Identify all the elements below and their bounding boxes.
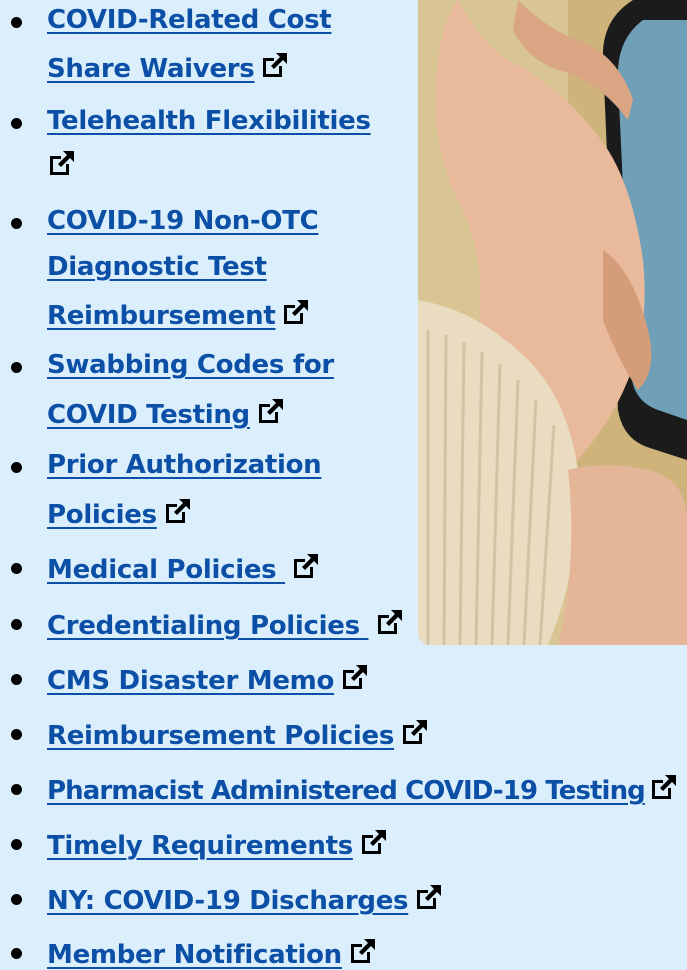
- external-link-icon[interactable]: [340, 662, 370, 692]
- bullet-dot: [11, 674, 22, 685]
- external-link-icon[interactable]: [291, 551, 321, 581]
- swabbing-codes-link-line2[interactable]: COVID Testing: [47, 400, 250, 430]
- external-link-icon[interactable]: [281, 297, 311, 327]
- covid-non-otc-link-line3[interactable]: Reimbursement: [47, 301, 276, 331]
- external-link-icon[interactable]: [400, 717, 430, 747]
- bullet-dot: [11, 729, 22, 740]
- pharmacist-covid-testing-link[interactable]: Pharmacist Administered COVID-19 Testing: [47, 776, 646, 806]
- covid-cost-share-link-line2[interactable]: Share Waivers: [47, 54, 255, 84]
- covid-non-otc-link-line2[interactable]: Diagnostic Test: [47, 252, 267, 282]
- bullet-dot: [11, 839, 22, 850]
- bullet-dot: [11, 784, 22, 795]
- external-link-icon[interactable]: [414, 882, 444, 912]
- external-link-icon[interactable]: [47, 148, 77, 178]
- external-link-icon[interactable]: [649, 772, 679, 802]
- external-link-icon[interactable]: [163, 496, 193, 526]
- bullet-dot: [11, 619, 22, 630]
- covid-cost-share-link[interactable]: COVID-Related Cost: [47, 5, 332, 35]
- bullet-dot: [11, 563, 22, 574]
- hand-holding-phone-photo: [418, 0, 687, 645]
- swabbing-codes-link[interactable]: Swabbing Codes for: [47, 350, 334, 380]
- external-link-icon[interactable]: [260, 50, 290, 80]
- external-link-icon[interactable]: [359, 827, 389, 857]
- member-notification-link[interactable]: Member Notification: [47, 940, 342, 970]
- bullet-dot: [11, 948, 22, 959]
- bullet-dot: [11, 894, 22, 905]
- covid-non-otc-link[interactable]: COVID-19 Non-OTC: [47, 206, 319, 236]
- credentialing-policies-link[interactable]: Credentialing Policies: [47, 611, 369, 641]
- prior-authorization-link[interactable]: Prior Authorization: [47, 450, 322, 480]
- bullet-dot: [11, 118, 22, 129]
- external-link-icon[interactable]: [348, 936, 378, 966]
- bullet-dot: [11, 218, 22, 229]
- timely-requirements-link[interactable]: Timely Requirements: [47, 831, 353, 861]
- telehealth-link[interactable]: Telehealth Flexibilities: [47, 106, 371, 136]
- bullet-dot: [11, 462, 22, 473]
- bullet-dot: [11, 362, 22, 373]
- external-link-icon[interactable]: [375, 607, 405, 637]
- medical-policies-link[interactable]: Medical Policies: [47, 555, 285, 585]
- external-link-icon[interactable]: [256, 396, 286, 426]
- cms-disaster-memo-link[interactable]: CMS Disaster Memo: [47, 666, 334, 696]
- ny-covid-discharges-link[interactable]: NY: COVID-19 Discharges: [47, 886, 409, 916]
- reimbursement-policies-link[interactable]: Reimbursement Policies: [47, 721, 394, 751]
- prior-authorization-link-line2[interactable]: Policies: [47, 500, 157, 530]
- bullet-dot: [11, 17, 22, 28]
